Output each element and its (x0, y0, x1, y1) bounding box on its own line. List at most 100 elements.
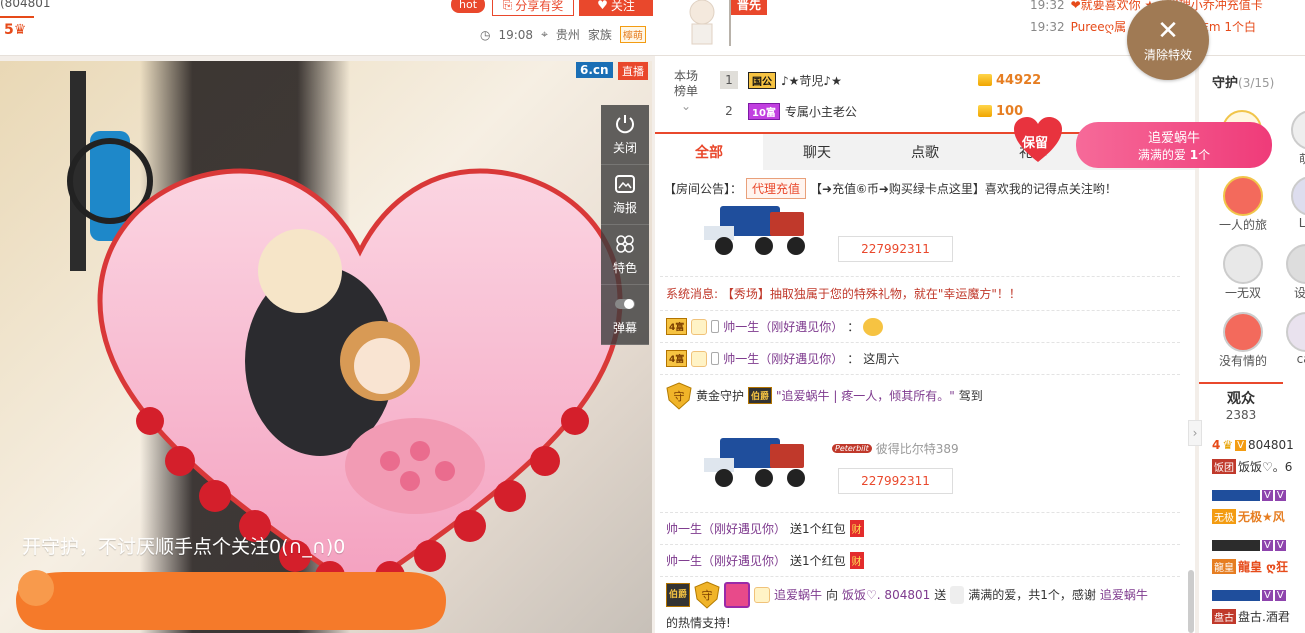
poster-button[interactable]: 海报 (601, 165, 649, 225)
danmaku-toggle[interactable]: 弹幕 (601, 285, 649, 345)
gift-sender-name: 彼得比尔特389 (875, 442, 959, 456)
truck-gift-icon (704, 438, 805, 487)
viewer-row[interactable]: 4 ♛ V 804801 (1212, 438, 1294, 452)
keep-effect-label: 保留 (1022, 136, 1049, 151)
guard-slot[interactable]: 没有情的 (1214, 312, 1272, 369)
guard-avatar (1223, 312, 1263, 352)
clear-effects-button[interactable]: ✕ 清除特效 (1127, 0, 1209, 80)
location-icon: ⌖ (541, 27, 548, 41)
system-message: 系统消息: 【秀场】抽取独属于您的特殊礼物，就在"幸运魔方"！！ (660, 276, 1180, 310)
gift-card: Peterbilt 彼得比尔特389 227992311 (660, 416, 1180, 512)
guard-slot[interactable]: cat (1286, 312, 1305, 366)
hot-badge: hot (451, 0, 486, 13)
tab-songs[interactable]: 点歌 (871, 134, 979, 170)
viewers-tab[interactable]: 观众 2383 (1199, 382, 1283, 426)
gift-message: 伯爵 守 追爱蜗牛 向 饭饭♡. 804801 送 满满的爱，共1个，感谢 追爱… (660, 576, 1180, 633)
chat-message: 4富 帅一生（刚好遇见你） ： 这周六 (660, 342, 1180, 374)
to-word: 向 (826, 588, 839, 602)
features-label: 特色 (612, 261, 637, 275)
viewer-row[interactable]: V V (1212, 590, 1286, 601)
sender-name[interactable]: 追爱蜗牛 (774, 585, 822, 605)
chat-username[interactable]: 帅一生（刚好遇见你） (666, 552, 786, 569)
guard-name[interactable]: "追爱蜗牛 | 疼一人，倾其所有。" (776, 387, 955, 404)
phone-icon (711, 320, 720, 333)
chat-scrollbar[interactable] (1188, 570, 1194, 633)
clock-icon: ◷ (480, 27, 491, 42)
viewer-row[interactable]: 盘古 盘古.酒君 (1212, 608, 1290, 625)
guard-slot[interactable]: 萌呦 (1291, 110, 1305, 167)
close-icon: ✕ (1157, 15, 1179, 46)
redpacket-text: 送1个红包 (790, 522, 846, 536)
share-label: 分享有奖 (515, 0, 564, 13)
viewer-row[interactable]: 龍皇 龍皇 ღ狂 (1212, 558, 1288, 575)
chat-text: 这周六 (863, 352, 900, 366)
rank-badge: 国公 (748, 71, 776, 89)
viewer-row[interactable]: 饭团 饭饭♡。6 (1212, 458, 1292, 475)
fan-badge: 饭团 (1212, 459, 1236, 474)
rank-number: 2 (725, 104, 733, 118)
vip-badge: V (1274, 590, 1286, 601)
family-tag[interactable]: 檸萌 (619, 26, 646, 43)
truck-gift-icon (704, 206, 805, 255)
guard-banner-text: 开守护，不讨厌顺手点个关注0(∩_∩)0 (22, 536, 346, 558)
heart-gift-icon (724, 582, 751, 608)
gift-small-icon (950, 586, 965, 604)
viewer-row[interactable]: 无极 无极★风 (1212, 508, 1285, 525)
family-label: 家族 (587, 28, 612, 42)
viewer-row[interactable]: V V (1212, 490, 1286, 501)
announce-tag[interactable]: 代理充值 (746, 178, 807, 199)
gift-sender: Peterbilt 彼得比尔特389 (832, 440, 959, 457)
guard-slot[interactable]: 一无双 (1214, 244, 1272, 301)
close-video-button[interactable]: 关闭 (601, 105, 649, 165)
gold-guard-icon: 守 (694, 581, 720, 609)
vip-badge: V (1235, 439, 1246, 451)
emoji-icon (863, 317, 884, 336)
chat-username[interactable]: 帅一生（刚好遇见你） (723, 318, 843, 335)
guard-avatar (1286, 244, 1305, 284)
guard-slot[interactable]: 一人的旅 (1214, 176, 1272, 233)
redpacket-icon[interactable]: 财 (849, 520, 864, 537)
guard-slot[interactable]: Lo★ (1291, 176, 1305, 230)
system-message-text: 系统消息: 【秀场】抽取独属于您的特殊礼物，就在"幸运魔方"！！ (666, 287, 1021, 301)
crown-icon: ♛ (1222, 438, 1234, 452)
follow-button[interactable]: ♥ 关注 (579, 0, 653, 16)
viewer-name: 盘古.酒君 (1238, 610, 1290, 624)
guard-avatar (1286, 312, 1305, 352)
rank-name: 专属小主老公 (784, 104, 857, 119)
anchor-meta: ◷ 19:08 ⌖ 贵州 家族 檸萌 (480, 26, 646, 43)
viewer-row[interactable]: V V (1212, 540, 1286, 551)
wealth-badge: 4富 (666, 318, 688, 335)
share-button[interactable]: ⎘ 分享有奖 (492, 0, 574, 16)
fan-badge: 无极 (1212, 509, 1236, 524)
person-icon (691, 318, 708, 335)
guard-slot[interactable]: 设包 (1286, 244, 1305, 301)
poster-label: 海报 (612, 201, 637, 215)
tab-chat[interactable]: 聊天 (763, 134, 871, 170)
person-icon (754, 587, 771, 603)
chat-username[interactable]: 帅一生（刚好遇见你） (666, 520, 786, 537)
video-side-toolbar: 关闭 海报 特色 弹幕 (601, 105, 649, 345)
power-icon (616, 115, 634, 134)
features-button[interactable]: 特色 (601, 225, 649, 285)
gift-card: 227992311 (660, 200, 1180, 276)
thanks-user[interactable]: 追爱蜗牛 (1100, 585, 1148, 605)
chat-messages[interactable]: 227992311 系统消息: 【秀场】抽取独属于您的特殊礼物，就在"幸运魔方"… (660, 200, 1180, 633)
start-time: 19:08 (498, 27, 534, 42)
poster-icon (615, 175, 635, 193)
redpacket-icon[interactable]: 财 (849, 552, 864, 569)
rank-row[interactable]: 1 国公 ♪★苛児♪★ 44922 (720, 66, 1190, 94)
rank-badge: 伯爵 (666, 583, 691, 607)
danmaku-label: 弹幕 (612, 321, 637, 335)
gift-number: 227992311 (838, 236, 953, 262)
vip-badge: V (1262, 490, 1273, 501)
rank-row[interactable]: 2 10富 专属小主老公 100 (720, 97, 1190, 125)
collapse-panel-button[interactable]: › (1188, 420, 1202, 446)
target-name[interactable]: 饭饭♡. 804801 (842, 585, 930, 605)
rank-badge: 伯爵 (748, 387, 773, 404)
chat-username[interactable]: 帅一生（刚好遇见你） (723, 350, 843, 367)
effect-sender: 追爱蜗牛 (1147, 131, 1200, 146)
tab-all[interactable]: 全部 (655, 134, 763, 170)
gift-desc: 满满的爱，共1个，感谢 (968, 588, 1096, 602)
rank-label[interactable]: 本场 榜单 ⌄ (658, 69, 714, 114)
announce-text[interactable]: 【➜充值⑥币➜购买绿卡点这里】喜欢我的记得点关注哟！ (810, 180, 1117, 197)
